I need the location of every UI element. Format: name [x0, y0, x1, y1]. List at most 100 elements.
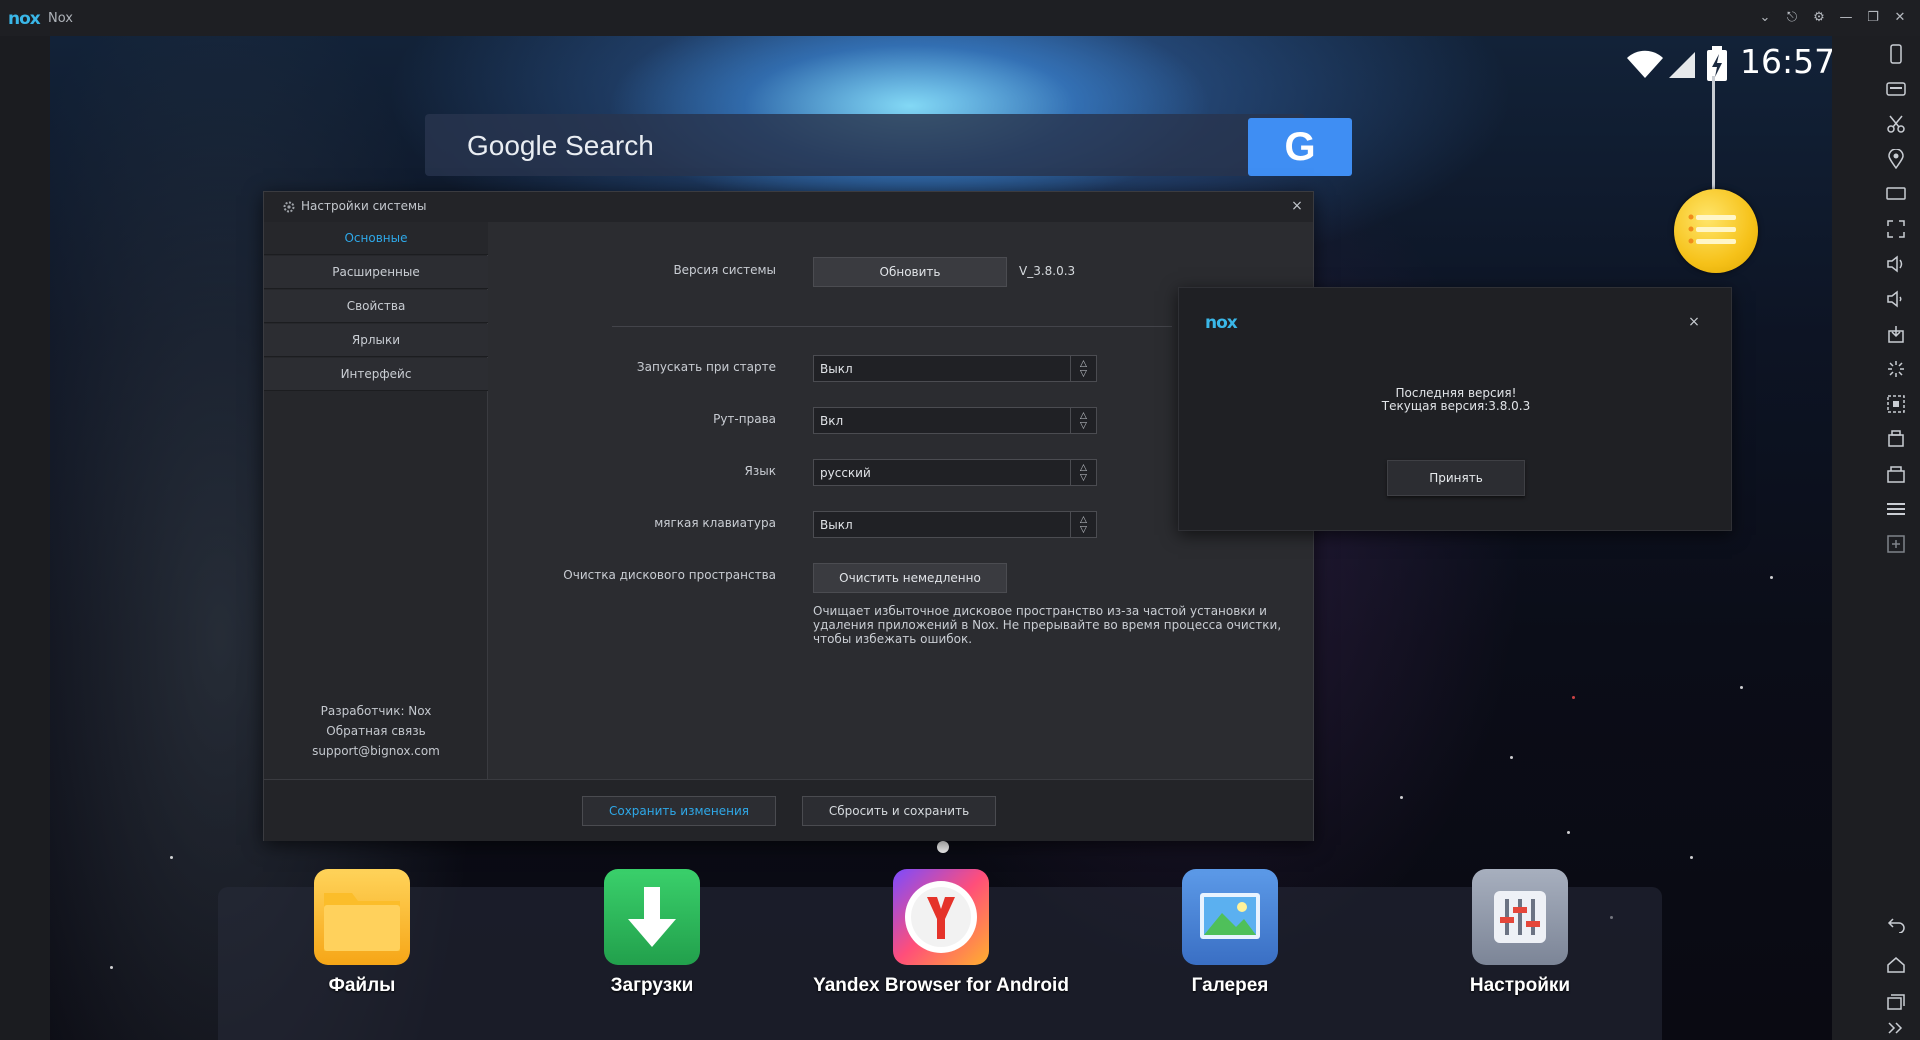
star — [1400, 796, 1403, 799]
nox-logo: nox — [1205, 313, 1238, 333]
star — [1567, 831, 1570, 834]
recent-apps-icon[interactable] — [1884, 990, 1908, 1014]
list-icon — [1688, 214, 1736, 244]
star — [1572, 696, 1575, 699]
dock-app-files[interactable]: Файлы — [232, 869, 492, 997]
keyboard-icon[interactable] — [1884, 77, 1908, 101]
dock-app-gallery[interactable]: Галерея — [1100, 869, 1360, 997]
up-down-arrows-icon: △ ▽ — [1070, 356, 1096, 381]
star — [1770, 576, 1773, 579]
screen-icon[interactable] — [1884, 182, 1908, 206]
nav-item-advanced[interactable]: Расширенные — [264, 256, 488, 289]
reset-and-save-button[interactable]: Сбросить и сохранить — [802, 796, 996, 826]
current-version-message: Текущая версия:3.8.0.3 — [1381, 399, 1531, 413]
restore-icon[interactable]: ❐ — [1862, 7, 1884, 29]
star — [1740, 686, 1743, 689]
close-icon[interactable]: × — [1685, 314, 1703, 330]
multi-instance-icon[interactable] — [1884, 427, 1908, 451]
chevron-down-icon[interactable]: ⌄ — [1754, 7, 1776, 29]
dock-label: Настройки — [1469, 975, 1571, 996]
settings-dialog: Настройки системы × Основные Расширенные… — [263, 191, 1314, 841]
dock-app-downloads[interactable]: Загрузки — [522, 869, 782, 997]
select-value: русский — [820, 466, 871, 480]
divider — [612, 326, 1172, 327]
developer-text: Разработчик: Nox — [320, 704, 432, 718]
soft-keyboard-label: мягкая клавиатура — [654, 516, 776, 530]
volume-up-icon[interactable] — [1884, 252, 1908, 276]
yandex-browser-icon — [893, 869, 989, 965]
settings-nav: Основные Расширенные Свойства Ярлыки Инт… — [264, 222, 488, 779]
support-email-link[interactable]: support@bignox.com — [264, 741, 488, 761]
back-icon[interactable] — [1884, 913, 1908, 937]
operation-record-icon[interactable] — [1884, 462, 1908, 486]
volume-down-icon[interactable] — [1884, 287, 1908, 311]
window-title: Nox — [48, 11, 73, 26]
search-label: Google Search — [467, 130, 654, 161]
root-label: Рут-права — [713, 412, 776, 426]
select-value: Вкл — [820, 414, 844, 428]
autostart-select[interactable]: Выкл △ ▽ — [813, 355, 1097, 382]
star — [1690, 856, 1693, 859]
star — [170, 856, 173, 859]
location-icon[interactable] — [1884, 147, 1908, 171]
latest-version-message: Последняя версия! — [1395, 386, 1517, 400]
google-button[interactable]: G — [1248, 118, 1352, 176]
google-search-bar[interactable]: Google Search — [425, 114, 1305, 176]
select-value: Выкл — [820, 362, 853, 376]
star — [1510, 756, 1513, 759]
close-icon[interactable]: × — [1288, 198, 1306, 214]
system-version-label: Версия системы — [673, 263, 776, 277]
wifi-icon — [1627, 50, 1663, 78]
minimize-icon[interactable]: — — [1835, 7, 1857, 29]
pin-icon[interactable]: ⎋ — [1781, 7, 1803, 29]
scissors-icon[interactable] — [1884, 112, 1908, 136]
gear-icon[interactable]: ⚙ — [1808, 7, 1830, 29]
disk-cleanup-label: Очистка дискового пространства — [563, 568, 776, 582]
download-icon — [604, 869, 700, 965]
close-icon[interactable]: ✕ — [1889, 7, 1911, 29]
dock-label: Yandex Browser for Android — [813, 975, 1069, 996]
soft-keyboard-select[interactable]: Выкл △ ▽ — [813, 511, 1097, 538]
star — [110, 966, 113, 969]
dock-label: Файлы — [328, 975, 396, 996]
dock-label: Загрузки — [610, 975, 694, 996]
nav-item-shortcuts[interactable]: Ярлыки — [264, 324, 488, 357]
folder-icon — [314, 869, 410, 965]
feedback-link[interactable]: Обратная связь — [264, 721, 488, 741]
nav-item-basic[interactable]: Основные — [264, 222, 488, 255]
root-select[interactable]: Вкл △ ▽ — [813, 407, 1097, 434]
dock-app-settings[interactable]: Настройки — [1390, 869, 1650, 997]
status-clock: 16:57 — [1740, 42, 1832, 81]
select-value: Выкл — [820, 518, 853, 532]
battery-charging-icon — [1707, 46, 1727, 81]
loading-icon[interactable] — [1884, 357, 1908, 381]
nav-item-interface[interactable]: Интерфейс — [264, 358, 488, 391]
nav-item-properties[interactable]: Свойства — [264, 290, 488, 323]
google-g-icon: G — [1284, 124, 1316, 169]
more-icon[interactable] — [1884, 1016, 1908, 1040]
shake-icon[interactable] — [1884, 42, 1908, 66]
gear-icon — [283, 201, 295, 213]
home-icon[interactable] — [1884, 953, 1908, 977]
accept-button[interactable]: Принять — [1387, 460, 1525, 496]
task-list-widget[interactable] — [1674, 189, 1758, 273]
apk-install-icon[interactable] — [1884, 322, 1908, 346]
settings-icon — [1472, 869, 1568, 965]
settings-header: Настройки системы × — [264, 192, 1313, 222]
version-value: V_3.8.0.3 — [1019, 264, 1076, 278]
menu-icon[interactable] — [1884, 497, 1908, 521]
clean-now-button[interactable]: Очистить немедленно — [813, 563, 1007, 593]
up-down-arrows-icon: △ ▽ — [1070, 408, 1096, 433]
dock-app-yandex-browser[interactable]: Yandex Browser for Android — [811, 869, 1071, 997]
language-select[interactable]: русский △ ▽ — [813, 459, 1097, 486]
update-button[interactable]: Обновить — [813, 257, 1007, 287]
language-label: Язык — [744, 464, 776, 478]
nox-logo: nox — [8, 9, 41, 29]
title-bar: nox Nox ⌄ ⎋ ⚙ — ❐ ✕ — [0, 0, 1920, 36]
add-icon[interactable] — [1884, 532, 1908, 556]
fullscreen-icon[interactable] — [1884, 217, 1908, 241]
update-popup: nox × Последняя версия! Текущая версия:3… — [1178, 287, 1732, 531]
macro-icon[interactable] — [1884, 392, 1908, 416]
signal-icon — [1669, 52, 1695, 78]
save-changes-button[interactable]: Сохранить изменения — [582, 796, 776, 826]
